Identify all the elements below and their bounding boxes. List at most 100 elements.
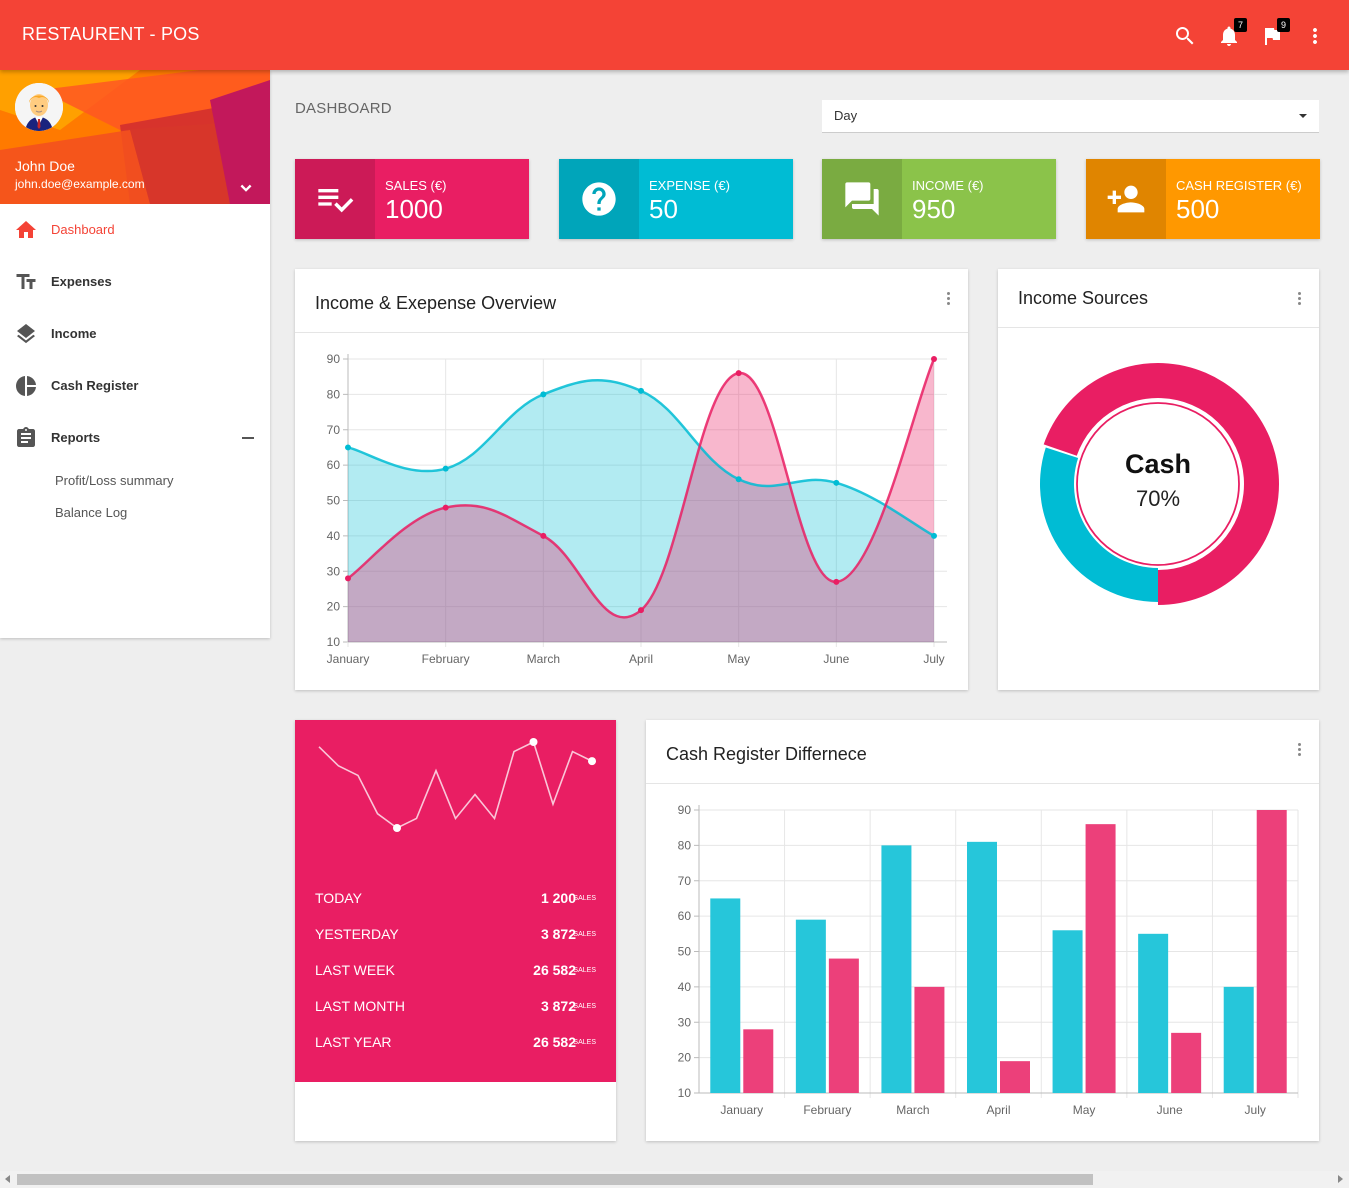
y-tick-label: 40 xyxy=(678,980,692,994)
bar xyxy=(828,958,859,1093)
y-tick-label: 80 xyxy=(327,387,341,401)
forum-icon xyxy=(822,159,902,239)
collapse-icon[interactable] xyxy=(242,437,254,439)
bar xyxy=(1052,930,1083,1093)
x-tick-label: February xyxy=(422,652,470,666)
sidebar-item-expenses[interactable]: Expenses xyxy=(0,256,270,308)
more-vert-icon[interactable] xyxy=(1303,24,1327,48)
bar xyxy=(1000,1061,1030,1093)
x-tick-label: March xyxy=(527,652,560,666)
y-tick-label: 90 xyxy=(678,803,692,817)
stat-card-sales: SALES (€) 1000 xyxy=(295,159,529,239)
x-tick-label: May xyxy=(1073,1103,1096,1117)
sparkline-path xyxy=(318,740,593,829)
y-tick-label: 10 xyxy=(327,635,341,649)
sales-row-value: 26 582 xyxy=(533,962,576,978)
clipboard-icon xyxy=(17,427,35,447)
y-tick-label: 80 xyxy=(678,838,692,852)
period-select[interactable]: Day xyxy=(822,100,1319,133)
scroll-right-arrow-icon[interactable] xyxy=(1338,1175,1343,1183)
sales-row-unit: SALES xyxy=(573,1003,596,1010)
cash-register-difference-card: Cash Register Differnece 10 20 30 40 50 60 70 8… xyxy=(646,720,1319,1141)
help-icon xyxy=(559,159,639,239)
data-point xyxy=(638,387,644,394)
sales-row-label: LAST YEAR xyxy=(315,1034,392,1050)
text-fields-icon xyxy=(16,274,36,289)
sidebar-item-dashboard[interactable]: Dashboard xyxy=(0,204,270,256)
search-icon[interactable] xyxy=(1173,24,1197,48)
flag-icon[interactable]: 9 xyxy=(1260,18,1290,48)
sparkline-point xyxy=(588,757,596,766)
donut-center-value: 70% xyxy=(1136,486,1180,511)
sidebar-item-cash-register[interactable]: Cash Register xyxy=(0,360,270,412)
sparkline-point xyxy=(529,738,538,746)
x-tick-label: June xyxy=(1157,1103,1183,1117)
data-point xyxy=(931,356,937,362)
stat-value: 500 xyxy=(1176,194,1220,224)
sidebar-item-label: Expenses xyxy=(51,274,112,289)
page-title: DASHBOARD xyxy=(295,100,392,117)
bar xyxy=(710,898,741,1093)
y-tick-label: 70 xyxy=(678,874,692,888)
data-point xyxy=(735,476,742,483)
sidebar-item-label: Cash Register xyxy=(51,378,139,393)
bar xyxy=(1085,824,1116,1093)
sales-row-today: TODAY 1 200 SALES xyxy=(315,890,596,910)
sales-row-label: TODAY xyxy=(315,890,362,906)
y-tick-label: 20 xyxy=(678,1051,692,1065)
top-app-bar: RESTAURENT - POS 7 9 xyxy=(0,0,1349,70)
sales-summary-card: TODAY 1 200 SALES YESTERDAY 3 872 SALES … xyxy=(295,720,616,1141)
income-sources-card: Income Sources Cash 70% xyxy=(998,269,1319,690)
sales-sparkline xyxy=(318,738,596,832)
stat-card-cash-register: CASH REGISTER (€) 500 xyxy=(1086,159,1320,239)
sales-row-label: LAST WEEK xyxy=(315,962,395,978)
period-select-value: Day xyxy=(834,108,858,123)
stat-label: SALES (€) xyxy=(385,178,447,193)
data-point xyxy=(638,607,644,614)
home-icon xyxy=(16,221,36,238)
sidebar-subitem-profit-loss[interactable]: Profit/Loss summary xyxy=(55,473,173,488)
user-panel: John Doe john.doe@example.com xyxy=(0,70,270,204)
y-tick-label: 50 xyxy=(678,945,692,959)
stat-label: EXPENSE (€) xyxy=(649,178,730,193)
sidebar-item-label: Income xyxy=(51,326,97,341)
chevron-down-icon[interactable] xyxy=(236,178,256,198)
scroll-left-arrow-icon[interactable] xyxy=(5,1175,10,1183)
y-tick-label: 30 xyxy=(327,564,341,578)
overview-card: Income & Exepense Overview 10 20 30 40 50 60 7… xyxy=(295,269,968,690)
sparkline-point xyxy=(393,824,401,832)
layers-icon xyxy=(17,324,35,344)
horizontal-scrollbar[interactable] xyxy=(0,1171,1349,1188)
y-tick-label: 40 xyxy=(327,529,341,543)
bell-icon[interactable]: 7 xyxy=(1217,18,1247,48)
income-sources-donut: Cash 70% xyxy=(1040,363,1279,605)
donut-inner-ring xyxy=(1076,402,1240,566)
y-tick-label: 60 xyxy=(678,909,692,923)
sidebar-item-label: Dashboard xyxy=(51,222,115,237)
stat-card-income: INCOME (€) 950 xyxy=(822,159,1056,239)
app-title: RESTAURENT - POS xyxy=(22,24,200,44)
y-tick-label: 90 xyxy=(327,352,341,366)
difference-bar-chart: 10 20 30 40 50 60 70 80 90 January February March Ap… xyxy=(678,803,1299,1117)
data-point xyxy=(931,532,937,539)
person-add-icon xyxy=(1086,159,1166,239)
sidebar-item-reports[interactable]: Reports xyxy=(0,412,270,464)
sales-row-unit: SALES xyxy=(573,967,596,974)
x-tick-label: January xyxy=(327,652,370,666)
bar xyxy=(881,845,912,1093)
sales-row-unit: SALES xyxy=(573,895,596,902)
data-point xyxy=(442,465,449,472)
stat-value: 1000 xyxy=(385,194,443,224)
y-tick-label: 30 xyxy=(678,1015,692,1029)
playlist-check-icon xyxy=(295,159,375,239)
data-point xyxy=(345,444,351,451)
sidebar-item-label: Reports xyxy=(51,430,101,445)
sidebar: John Doe john.doe@example.com Dashboard … xyxy=(0,70,270,638)
avatar[interactable] xyxy=(15,83,63,131)
scrollbar-thumb[interactable] xyxy=(17,1174,1093,1185)
bar xyxy=(1138,933,1169,1093)
sidebar-item-income[interactable]: Income xyxy=(0,308,270,360)
bar xyxy=(1223,986,1254,1093)
data-point xyxy=(540,391,547,398)
sidebar-subitem-balance-log[interactable]: Balance Log xyxy=(55,505,127,520)
